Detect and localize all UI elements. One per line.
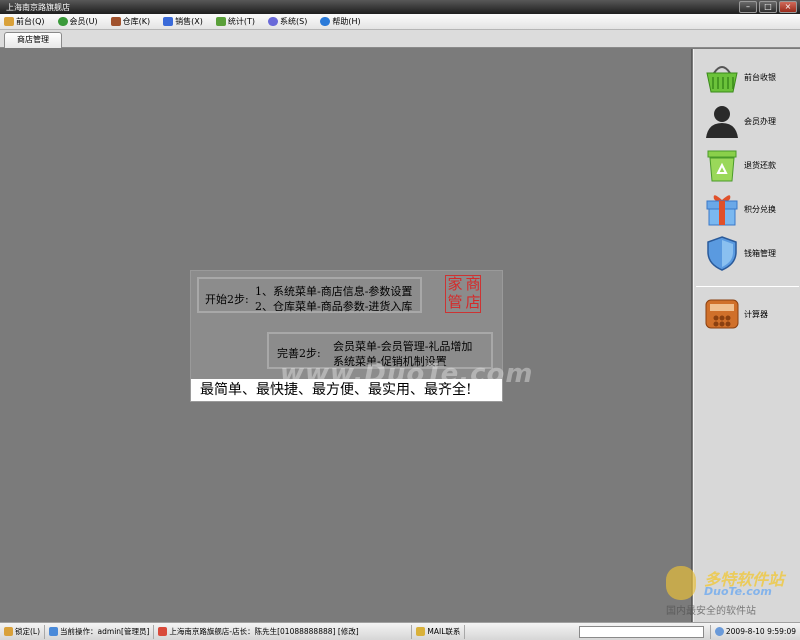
menu-system[interactable]: 系统(S) [268,16,307,27]
help-icon [320,17,331,26]
lock-button[interactable]: 锁定(L) [0,624,46,639]
sidebar-label: 前台收银 [744,72,776,82]
sidebar-label: 钱箱管理 [744,248,776,258]
frontdesk-icon [4,17,14,26]
warehouse-icon [110,17,121,26]
start-steps-label: 开始2步: [205,293,249,306]
tab-store-management[interactable]: 商店管理 [4,32,62,48]
member-icon [57,17,68,26]
sidebar-item-member[interactable]: 会员办理 [694,101,800,141]
recycle-bin-icon [707,150,737,182]
datetime-label: 2009-8-10 9:59:09 [725,627,796,636]
brand-watermark: 多特软件站 DuoTe.com 国内最安全的软件站 [666,566,800,618]
basket-icon [706,66,738,93]
mail-icon [416,627,426,636]
operator-label: 当前操作：admin[管理员] [60,627,150,636]
menu-member[interactable]: 会员(U) [57,16,98,27]
store-label: 上海南京路旗舰店-店长：陈先生[01088888888] [修改] [169,627,359,636]
system-icon [268,17,279,26]
user-icon [49,627,59,636]
sidebar-item-calculator[interactable]: 计算器 [694,294,800,334]
start-step-1: 1、系统菜单-商店信息-参数设置 [255,285,413,298]
menu-label: 会员(U) [69,17,98,26]
brand-line-2: DuoTe.com [704,585,772,598]
menu-sales[interactable]: 销售(X) [163,16,203,27]
sidebar-divider [696,286,799,287]
sidebar-label: 计算器 [744,309,768,319]
start-steps-box: 开始2步: 1、系统菜单-商店信息-参数设置 2、仓库菜单-商品参数-进货入库 [197,277,422,313]
menu-bar: 前台(Q) 会员(U) 仓库(K) 销售(X) 统计(T) 系统(S) 帮助(H… [0,14,800,30]
quick-sidebar: 前台收银 会员办理 退货还款 积分兑换 钱箱管理 计算器 [693,49,800,622]
improve-step-1: 会员菜单-会员管理-礼品增加 [333,340,473,353]
menu-help[interactable]: 帮助(H) [320,16,361,27]
mascot-icon [666,566,696,600]
gift-icon [706,195,738,226]
watermark-text: www.DuoTe.com [280,359,534,389]
operator-status: 当前操作：admin[管理员] [45,624,155,639]
sidebar-item-checkout[interactable]: 前台收银 [694,57,800,97]
menu-label: 系统(S) [280,17,308,26]
close-button[interactable]: × [779,1,797,13]
seal-logo: 家 商 管 店 [445,275,481,313]
window-title: 上海南京路旗舰店 [6,3,70,12]
minimize-button[interactable]: – [739,1,757,13]
window-controls: – □ × [739,1,797,13]
brand-line-3: 国内最安全的软件站 [666,606,756,617]
sidebar-label: 退货还款 [744,160,776,170]
sidebar-item-cashbox[interactable]: 钱箱管理 [694,233,800,273]
menu-label: 仓库(K) [122,17,151,26]
menu-label: 统计(T) [227,17,256,26]
tab-strip: 商店管理 [0,30,800,48]
sidebar-label: 积分兑换 [744,204,776,214]
store-status[interactable]: 上海南京路旗舰店-店长：陈先生[01088888888] [修改] [154,624,413,639]
menu-warehouse[interactable]: 仓库(K) [110,16,151,27]
maximize-button[interactable]: □ [759,1,777,13]
sidebar-item-points[interactable]: 积分兑换 [694,189,800,229]
sidebar-label: 会员办理 [744,116,776,126]
main-area: 开始2步: 1、系统菜单-商店信息-参数设置 2、仓库菜单-商品参数-进货入库 … [0,49,692,622]
sales-icon [163,17,174,26]
start-step-2: 2、仓库菜单-商品参数-进货入库 [255,300,413,313]
member-icon [706,106,738,138]
menu-label: 帮助(H) [332,17,361,26]
datetime-status: 2009-8-10 9:59:09 [709,624,800,639]
status-input-field[interactable] [578,625,704,638]
calculator-icon [705,299,739,329]
statistics-icon [215,17,226,26]
title-bar: 上海南京路旗舰店 – □ × [0,0,800,14]
lock-icon [4,627,13,636]
lock-label: 锁定(L) [15,627,41,636]
home-icon [158,627,168,636]
menu-label: 前台(Q) [16,17,45,26]
status-bar: 锁定(L) 当前操作：admin[管理员] 上海南京路旗舰店-店长：陈先生[01… [0,622,800,640]
menu-statistics[interactable]: 统计(T) [215,16,256,27]
sidebar-item-refund[interactable]: 退货还款 [694,145,800,185]
clock-icon [714,627,724,636]
menu-label: 销售(X) [175,17,203,26]
shield-icon [707,236,737,271]
mail-contact[interactable]: MAIL联系 [412,624,466,639]
menu-frontdesk[interactable]: 前台(Q) [4,16,45,27]
mail-label: MAIL联系 [427,627,461,636]
